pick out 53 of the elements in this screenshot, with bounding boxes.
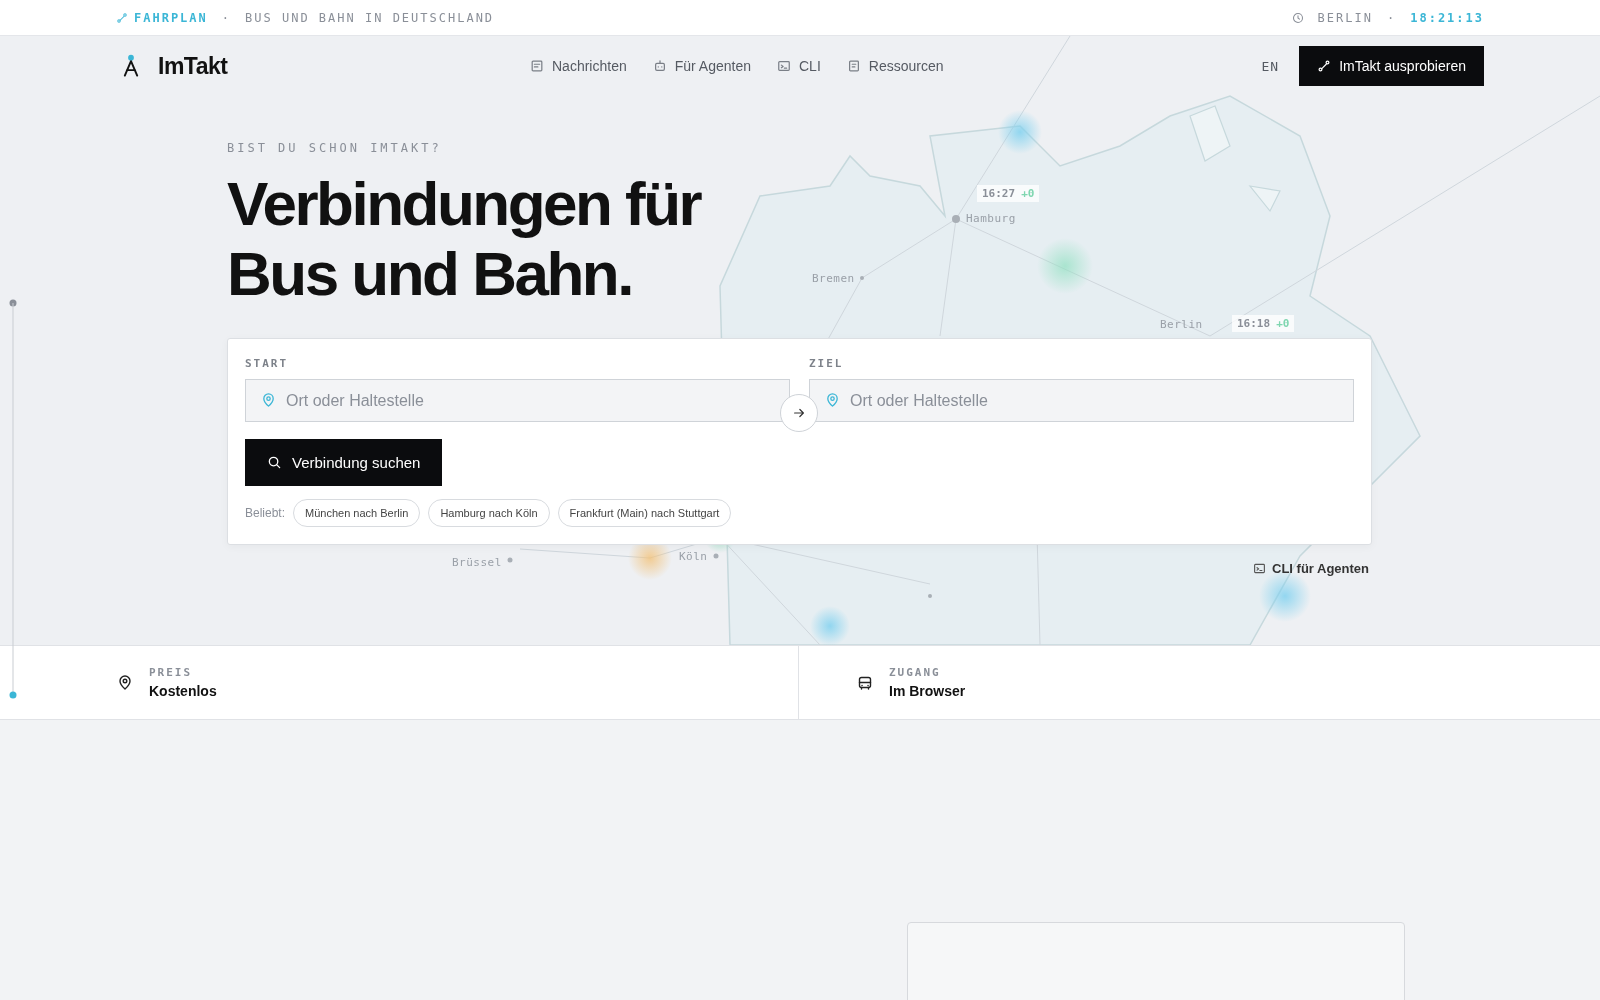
tagline: BUS UND BAHN IN DEUTSCHLAND	[245, 10, 495, 25]
terminal-icon	[1253, 562, 1266, 575]
try-button[interactable]: ImTakt ausprobieren	[1299, 46, 1484, 86]
map-city-label: Köln	[679, 550, 708, 563]
location-pin-icon	[261, 393, 276, 408]
logo-text: ImTakt	[158, 52, 228, 80]
route-icon	[1317, 59, 1332, 73]
map-city-label: Hamburg	[966, 212, 1016, 225]
stat-value: Im Browser	[889, 683, 966, 699]
suggestion-chip[interactable]: München nach Berlin	[293, 499, 421, 527]
nav-link[interactable]: Für Agenten	[652, 58, 751, 74]
separator-dot: ·	[1386, 10, 1397, 25]
stat-label: PREIS	[149, 666, 194, 679]
search-button[interactable]: Verbindung suchen	[245, 439, 443, 486]
popular-label: Beliebt:	[245, 506, 286, 520]
nav-link[interactable]: Ressourcen	[846, 58, 944, 74]
nav-link[interactable]: Nachrichten	[530, 58, 627, 74]
robot-icon	[652, 59, 667, 73]
map-city-label: Berlin	[1160, 318, 1203, 331]
clock-icon	[1291, 11, 1304, 24]
swap-button[interactable]	[780, 394, 818, 432]
departure-time: 16:18	[1237, 317, 1271, 330]
delay-label: +0	[1276, 317, 1290, 330]
map-city-label: Bremen	[812, 272, 855, 285]
book-icon	[846, 59, 861, 73]
suggestion-chip[interactable]: Hamburg nach Köln	[428, 499, 550, 527]
field-label: START	[245, 357, 290, 370]
eyebrow-text: BIST DU SCHON IMTAKT?	[227, 141, 443, 155]
headline: Verbindungen für Bus und Bahn.	[227, 169, 702, 309]
route-icon	[116, 11, 128, 24]
clock-time: 18:21:13	[1410, 10, 1484, 25]
map-city-label: Brüssel	[452, 556, 502, 569]
stat-value: Kostenlos	[149, 683, 217, 699]
suggestion-chip[interactable]: Frankfurt (Main) nach Stuttgart	[557, 499, 732, 527]
stat-label: ZUGANG	[889, 666, 942, 679]
location-input-field[interactable]: Ort oder Haltestelle	[245, 379, 790, 422]
city-label: BERLIN	[1317, 10, 1373, 25]
location-pin-icon	[825, 393, 840, 408]
cli-link[interactable]: CLI für Agenten	[1253, 561, 1369, 576]
search-icon	[267, 455, 282, 470]
field-label: ZIEL	[809, 357, 845, 370]
arrow-right-icon	[792, 406, 806, 420]
departure-time: 16:27	[982, 187, 1016, 200]
language-link[interactable]: EN	[1261, 58, 1280, 74]
location-pin-icon	[117, 674, 133, 691]
location-input-field[interactable]: Ort oder Haltestelle	[809, 379, 1354, 422]
separator-dot: ·	[221, 10, 232, 25]
app-section-label: FAHRPLAN	[134, 10, 208, 25]
nav-link[interactable]: CLI	[777, 58, 821, 74]
delay-label: +0	[1021, 187, 1035, 200]
bus-icon	[857, 674, 873, 691]
document-icon	[530, 59, 544, 73]
terminal-icon	[777, 59, 791, 73]
